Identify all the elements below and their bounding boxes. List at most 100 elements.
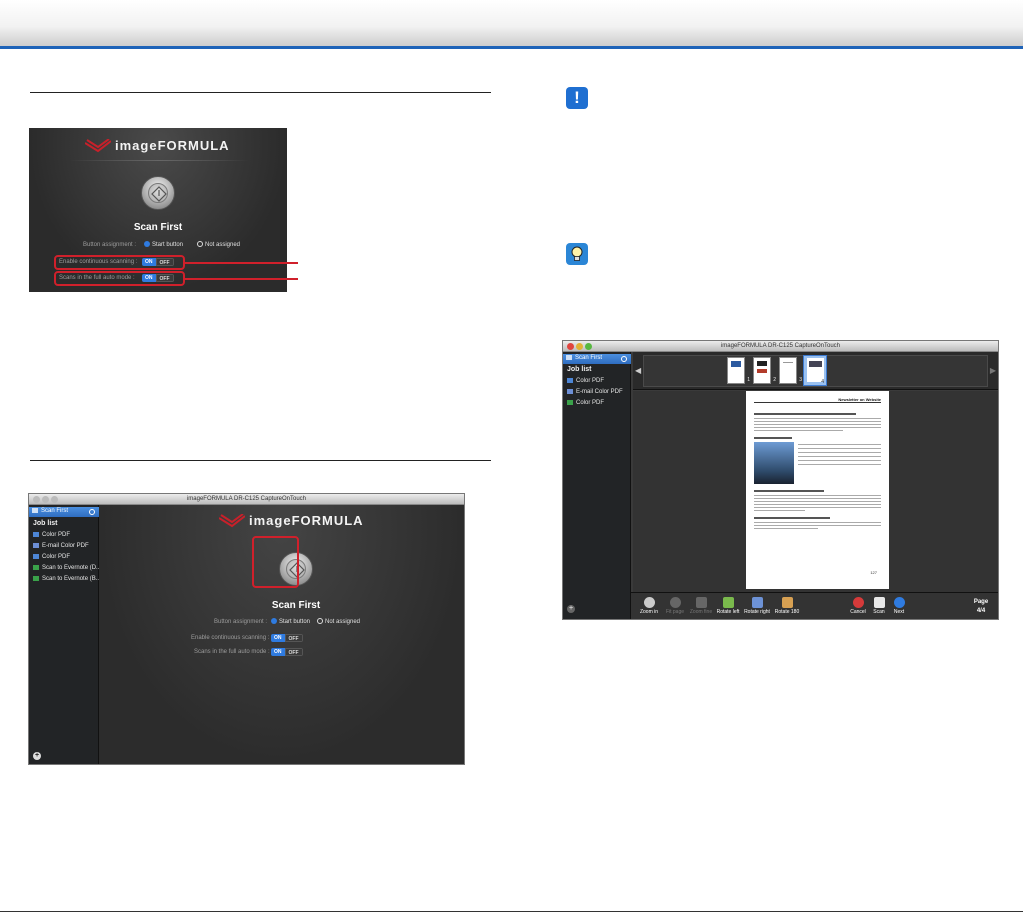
document-page-number: 127: [870, 570, 877, 575]
fit-page-icon: [669, 597, 681, 608]
sidebar-item-job[interactable]: E-mail Color PDF: [567, 389, 623, 395]
sidebar-item-job[interactable]: Color PDF: [33, 532, 70, 538]
job-sidebar: Scan First Job list Color PDF E-mail Col…: [563, 352, 631, 619]
radio-unselected-icon: [197, 241, 203, 247]
rotate-right-button[interactable]: Rotate right: [743, 597, 771, 615]
zoom-window-button[interactable]: [51, 496, 58, 503]
zoom-window-button[interactable]: [585, 343, 592, 350]
rotate-left-icon: [722, 597, 734, 608]
app-logo-text: imageFORMULA: [115, 138, 230, 153]
window-title: imageFORMULA DR-C125 CaptureOnTouch: [186, 496, 307, 502]
highlight-full-auto-mode: [54, 271, 185, 286]
evernote-icon: [33, 576, 39, 581]
document-photo: [754, 442, 794, 484]
cancel-button[interactable]: Cancel: [847, 597, 869, 615]
start-button-option[interactable]: Start button: [271, 618, 310, 625]
scan-icon: [873, 597, 885, 608]
next-arrow-icon: [893, 597, 905, 608]
sidebar-item-job[interactable]: Color PDF: [33, 554, 70, 560]
next-button[interactable]: Next: [889, 597, 909, 615]
section-divider: [30, 460, 491, 461]
scanned-page-preview: Newsletter on Website 127: [746, 391, 889, 589]
full-auto-mode-toggle[interactable]: ON OFF: [271, 648, 303, 656]
scan-button[interactable]: Scan: [869, 597, 889, 615]
zoom-in-button[interactable]: Zoom in: [637, 597, 661, 615]
sidebar-item-job[interactable]: Scan to Evernote (D...: [33, 565, 101, 571]
close-window-button[interactable]: [33, 496, 40, 503]
folder-icon: [567, 400, 573, 405]
rotate-right-icon: [751, 597, 763, 608]
button-assignment-label: Button assignment :: [214, 619, 268, 625]
logo-divider: [69, 160, 249, 161]
start-button-badge-icon: [621, 356, 627, 362]
window-titlebar: imageFORMULA DR-C125 CaptureOnTouch: [29, 494, 464, 505]
scroll-left-icon[interactable]: ◀: [635, 366, 641, 375]
callout-line: [185, 278, 298, 280]
scan-preview-window-screenshot: imageFORMULA DR-C125 CaptureOnTouch Scan…: [562, 340, 999, 620]
scan-title: Scan First: [133, 222, 183, 233]
fit-page-button[interactable]: Fit page: [663, 597, 687, 615]
continuous-scanning-toggle[interactable]: ON OFF: [271, 634, 303, 642]
email-icon: [33, 543, 39, 548]
not-assigned-option[interactable]: Not assigned: [197, 241, 240, 248]
page-thumbnail-selected[interactable]: 4: [803, 355, 827, 386]
minimize-window-button[interactable]: [42, 496, 49, 503]
button-assignment-label: Button assignment :: [83, 242, 137, 248]
page-thumbnail[interactable]: 3: [779, 357, 802, 384]
zoom-in-icon: [643, 597, 655, 608]
folder-icon: [33, 554, 39, 559]
captureontouch-window-screenshot: imageFORMULA DR-C125 CaptureOnTouch Scan…: [28, 493, 465, 765]
radio-unselected-icon: [317, 618, 323, 624]
app-logo-text: imageFORMULA: [249, 513, 364, 528]
scroll-right-icon[interactable]: ▶: [990, 366, 996, 375]
preview-area: Newsletter on Website 127: [633, 391, 998, 592]
page-indicator: Page 4/4: [973, 599, 989, 614]
page-thumbnail[interactable]: 1: [727, 357, 750, 384]
scan-title: Scan First: [271, 600, 321, 611]
thumbnail-strip: ◀ ▶ 1 2 3 4: [633, 352, 998, 390]
sidebar-item-job[interactable]: Color PDF: [567, 378, 604, 384]
rotate-180-button[interactable]: Rotate 180: [773, 597, 801, 615]
add-job-button[interactable]: +: [33, 752, 41, 760]
scan-button[interactable]: [141, 176, 175, 210]
scan-first-icon: [32, 508, 38, 513]
callout-line: [185, 262, 298, 264]
radio-selected-icon: [144, 241, 150, 247]
zoom-fine-button[interactable]: Zoom fine: [689, 597, 713, 615]
document-header: Newsletter on Website: [754, 397, 881, 403]
sidebar-item-job[interactable]: E-mail Color PDF: [33, 543, 89, 549]
imageformula-logo-icon: [85, 139, 111, 153]
full-auto-mode-label: Scans in the full auto mode :: [194, 649, 270, 655]
add-job-button[interactable]: +: [567, 605, 575, 613]
radio-selected-icon: [271, 618, 277, 624]
email-icon: [567, 389, 573, 394]
sidebar-item-job[interactable]: Color PDF: [567, 400, 604, 406]
cancel-icon: [852, 597, 864, 608]
evernote-icon: [33, 565, 39, 570]
rotate-180-icon: [781, 597, 793, 608]
job-list-heading: Job list: [567, 366, 592, 373]
sidebar-item-scan-first[interactable]: Scan First: [29, 507, 99, 517]
header-accent-line: [0, 46, 1023, 49]
rotate-left-button[interactable]: Rotate left: [715, 597, 741, 615]
window-title: imageFORMULA DR-C125 CaptureOnTouch: [720, 343, 841, 349]
job-list-heading: Job list: [33, 520, 58, 527]
continuous-scanning-label: Enable continuous scanning :: [191, 635, 270, 641]
zoom-fine-icon: [695, 597, 707, 608]
page-thumbnail[interactable]: 2: [753, 357, 776, 384]
sidebar-item-scan-first[interactable]: Scan First: [563, 354, 631, 364]
start-button-option[interactable]: Start button: [144, 241, 183, 248]
folder-icon: [567, 378, 573, 383]
start-button-badge-icon: [89, 509, 95, 515]
page-footer-line: [0, 911, 1023, 912]
imageformula-logo-icon: [219, 514, 245, 528]
close-window-button[interactable]: [567, 343, 574, 350]
sidebar-item-job[interactable]: Scan to Evernote (B...: [33, 576, 101, 582]
folder-icon: [33, 532, 39, 537]
page-header-bar: [0, 0, 1023, 48]
minimize-window-button[interactable]: [576, 343, 583, 350]
scan-diamond-icon: [151, 186, 167, 202]
window-titlebar: imageFORMULA DR-C125 CaptureOnTouch: [563, 341, 998, 352]
scan-first-icon: [566, 355, 572, 360]
not-assigned-option[interactable]: Not assigned: [317, 618, 360, 625]
